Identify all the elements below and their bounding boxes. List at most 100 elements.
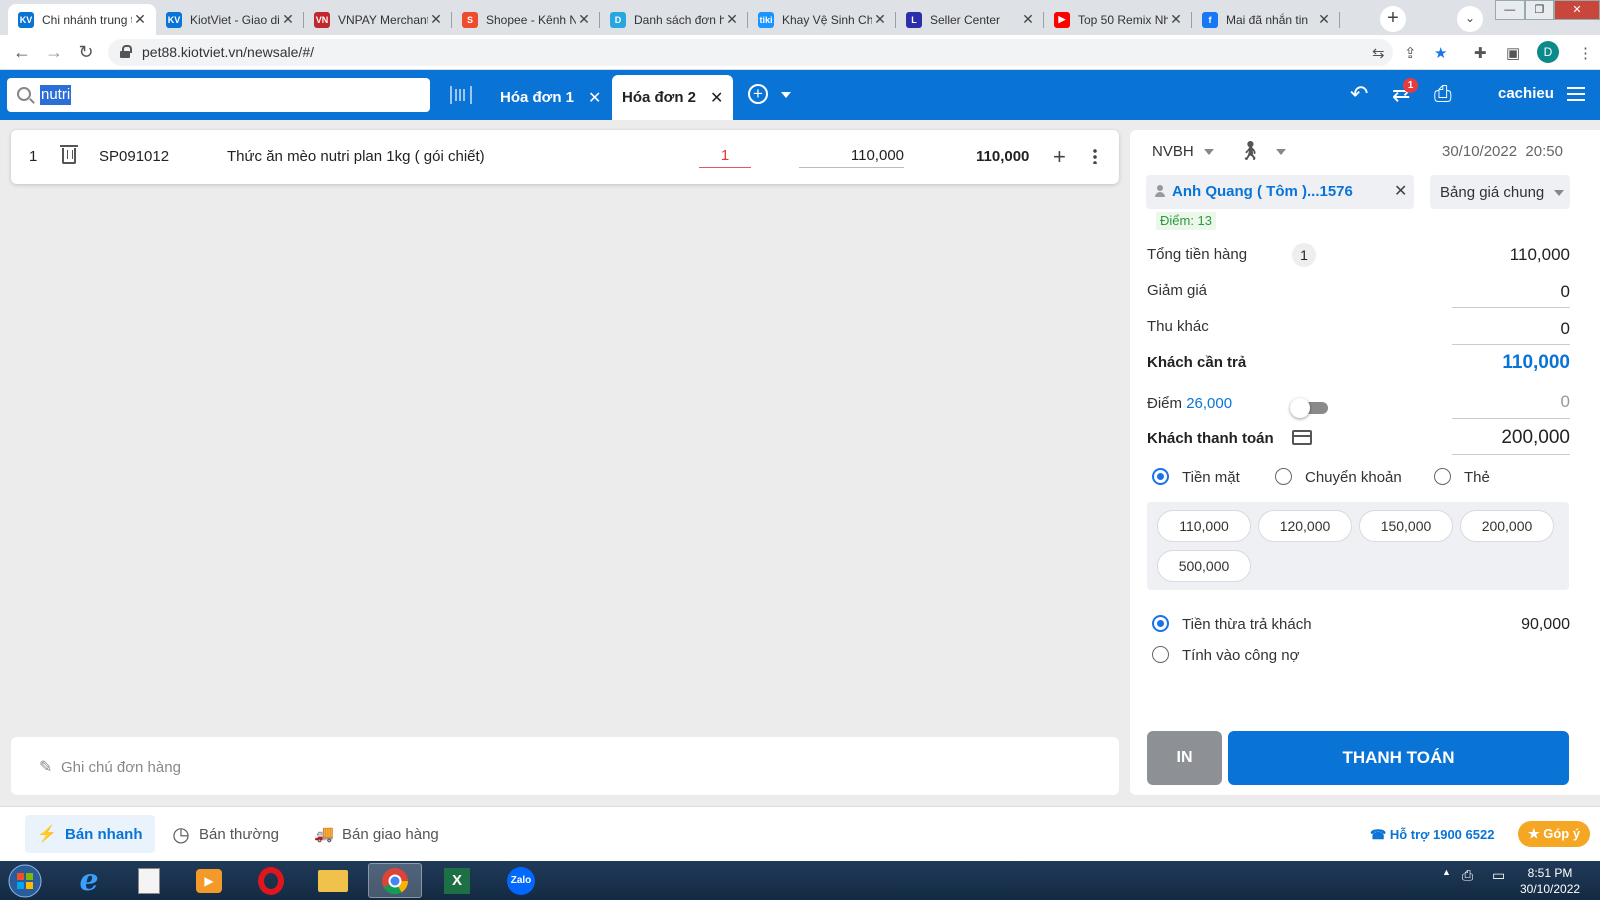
other-fee-input[interactable]: 0 [1561, 319, 1570, 339]
walking-person-icon[interactable]: 🚶︎ [1238, 139, 1262, 163]
tab-close-icon[interactable]: ✕ [1316, 11, 1332, 28]
tab-close-icon[interactable]: ✕ [576, 11, 592, 28]
add-to-debt-label[interactable]: Tính vào công nợ [1182, 647, 1299, 664]
browser-tab[interactable]: f Mai đã nhắn tin ✕ [1192, 4, 1340, 35]
browser-tab[interactable]: L Seller Center ✕ [896, 4, 1044, 35]
order-note-input[interactable] [61, 755, 961, 779]
method-transfer-radio[interactable] [1275, 468, 1292, 485]
quick-amount-button[interactable]: 110,000 [1157, 510, 1251, 542]
tab-close-icon[interactable]: ✕ [428, 11, 444, 28]
share-icon[interactable]: ⇪ [1404, 44, 1417, 62]
chrome-menu-icon[interactable]: ⋮ [1578, 44, 1593, 62]
side-panel-icon[interactable]: ▣ [1506, 44, 1520, 62]
tray-printer-icon[interactable]: ⎙ [1462, 867, 1473, 884]
tray-expand-icon[interactable]: ▲ [1442, 867, 1451, 877]
redeem-points-toggle[interactable] [1290, 398, 1328, 418]
method-card-radio[interactable] [1434, 468, 1451, 485]
discount-input[interactable]: 0 [1561, 282, 1570, 302]
return-icon[interactable]: ↶ [1350, 82, 1368, 106]
back-arrow-icon[interactable]: ← [12, 42, 32, 62]
excel-icon[interactable]: X [430, 863, 484, 898]
tray-network-icon[interactable]: ▭ [1492, 867, 1505, 884]
more-options-icon[interactable] [1093, 148, 1097, 164]
customer-chip[interactable]: Anh Quang ( Tôm )...1576 ✕ [1146, 175, 1414, 209]
checkout-button[interactable]: THANH TOÁN [1228, 731, 1569, 785]
zalo-icon[interactable]: Zalo [494, 863, 548, 898]
seller-select[interactable]: NVBH [1152, 143, 1214, 160]
tab-close-icon[interactable]: ✕ [280, 11, 296, 28]
print-button[interactable]: IN [1147, 731, 1222, 785]
bookmark-star-icon[interactable]: ★ [1434, 44, 1447, 62]
mode-delivery-sale[interactable]: 🚚 Bán giao hàng [302, 815, 451, 853]
support-hotline[interactable]: ☎ Hỗ trợ 1900 6522 [1370, 827, 1494, 843]
invoice-datetime[interactable]: 30/10/2022 20:50 [1442, 143, 1563, 160]
tab-close-icon[interactable]: ✕ [872, 11, 888, 28]
close-invoice-icon[interactable]: ✕ [710, 88, 723, 108]
channel-chevron-icon[interactable] [1266, 143, 1286, 160]
product-search[interactable]: nutri [7, 78, 430, 112]
method-cash-radio[interactable] [1152, 468, 1169, 485]
address-bar[interactable]: pet88.kiotviet.vn/newsale/#/ [108, 39, 1393, 66]
change-return-radio[interactable] [1152, 615, 1169, 632]
mode-quick-sale[interactable]: ⚡ Bán nhanh [25, 815, 155, 853]
browser-tab[interactable]: tiki Khay Vệ Sinh Cho Mèo✕ [748, 4, 896, 35]
unit-price-input[interactable] [799, 144, 904, 168]
browser-tab[interactable]: S Shopee - Kênh Người bán✕ [452, 4, 600, 35]
customer-name[interactable]: Anh Quang ( Tôm )...1576 [1172, 183, 1353, 200]
restore-button[interactable]: ❐ [1524, 0, 1554, 20]
method-cash-label[interactable]: Tiền mặt [1182, 469, 1240, 486]
quick-amount-button[interactable]: 200,000 [1460, 510, 1554, 542]
translate-icon[interactable]: ⇆ [1372, 44, 1385, 62]
internet-explorer-icon[interactable]: e [62, 863, 116, 898]
change-return-label[interactable]: Tiền thừa trả khách [1182, 616, 1312, 633]
tab-close-icon[interactable]: ✕ [1020, 11, 1036, 28]
browser-tab[interactable]: ▶ Top 50 Remix Nhạc✕ [1044, 4, 1192, 35]
file-explorer-icon[interactable] [306, 863, 360, 898]
tab-search-button[interactable]: ⌄ [1457, 6, 1483, 32]
add-to-debt-radio[interactable] [1152, 646, 1169, 663]
product-name[interactable]: Thức ăn mèo nutri plan 1kg ( gói chiết) [227, 148, 485, 165]
barcode-scan-icon[interactable] [450, 86, 472, 104]
printer-icon[interactable]: ⎙ [1434, 82, 1452, 106]
opera-browser-icon[interactable] [244, 863, 298, 898]
quick-amount-button[interactable]: 120,000 [1258, 510, 1352, 542]
browser-tab[interactable]: VN VNPAY Merchant ✕ [304, 4, 452, 35]
username[interactable]: cachieu [1498, 85, 1554, 102]
search-input[interactable]: nutri [40, 85, 72, 105]
tab-close-icon[interactable]: ✕ [724, 11, 740, 28]
close-invoice-icon[interactable]: ✕ [588, 88, 601, 108]
system-clock[interactable]: 8:51 PM 30/10/2022 [1520, 865, 1580, 897]
quick-amount-button[interactable]: 150,000 [1359, 510, 1453, 542]
extensions-icon[interactable]: ✚ [1474, 44, 1487, 62]
chrome-taskbar-icon[interactable] [368, 863, 422, 898]
hamburger-menu-icon[interactable] [1567, 87, 1585, 101]
add-invoice-icon[interactable]: + [748, 84, 768, 104]
quick-amount-button[interactable]: 500,000 [1157, 550, 1251, 582]
invoice-tab[interactable]: Hóa đơn 2 ✕ [612, 75, 734, 120]
browser-tab[interactable]: KV Chi nhánh trung tâm✕ [8, 4, 156, 35]
new-tab-button[interactable]: + [1380, 6, 1406, 32]
minimize-button[interactable]: — [1495, 0, 1525, 20]
quantity-input[interactable] [699, 144, 751, 168]
plus-icon[interactable]: + [1053, 144, 1066, 170]
tab-close-icon[interactable]: ✕ [132, 11, 148, 28]
feedback-button[interactable]: ★ Góp ý [1518, 821, 1590, 847]
invoice-tab[interactable]: Hóa đơn 1 ✕ [490, 75, 611, 120]
method-transfer-label[interactable]: Chuyển khoản [1305, 469, 1402, 486]
method-card-label[interactable]: Thẻ [1464, 469, 1490, 486]
trash-icon[interactable] [60, 145, 78, 164]
remove-customer-icon[interactable]: ✕ [1394, 181, 1407, 201]
invoice-menu-chevron-icon[interactable] [781, 92, 791, 98]
window-close-button[interactable]: ✕ [1554, 0, 1600, 20]
reload-icon[interactable]: ↻ [76, 42, 96, 62]
document-app-icon[interactable] [122, 863, 176, 898]
mode-normal-sale[interactable]: ◷ Bán thường [159, 815, 291, 853]
media-player-icon[interactable]: ▶ [182, 863, 236, 898]
profile-avatar[interactable]: D [1537, 41, 1559, 63]
forward-arrow-icon[interactable]: → [44, 42, 64, 62]
price-list-select[interactable]: Bảng giá chung [1430, 175, 1570, 209]
browser-tab[interactable]: D Danh sách đơn hàng✕ [600, 4, 748, 35]
customer-paid-input[interactable]: 200,000 [1501, 427, 1570, 449]
redeem-amount-input[interactable]: 0 [1561, 392, 1570, 412]
tab-close-icon[interactable]: ✕ [1168, 11, 1184, 28]
